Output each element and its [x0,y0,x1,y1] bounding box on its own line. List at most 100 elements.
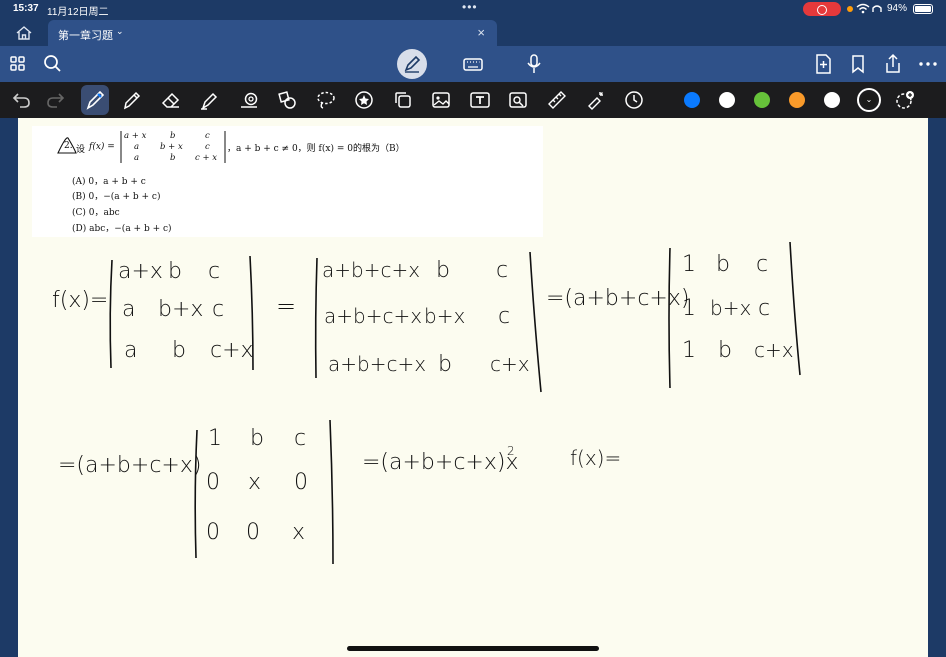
hw-det2-cell: c+x [490,352,530,376]
eraser-icon[interactable] [159,88,183,112]
timer-icon[interactable] [622,88,646,112]
hw-det3-cell: c [758,296,771,321]
hw-fx-tail: f(x)= [570,446,622,470]
camera-icon[interactable] [506,88,530,112]
element-icon[interactable] [275,88,299,112]
mic-indicator-icon [847,6,853,12]
keyboard-icon[interactable] [461,52,485,76]
hw-det3-cell: c+x [754,338,794,362]
image-icon[interactable] [429,88,453,112]
multitask-dots-icon[interactable]: ••• [462,0,478,14]
hw-det2-cell: c [496,258,509,283]
hw-det2-cell: b [438,352,452,377]
copy-icon[interactable] [391,88,415,112]
hw-det1-cell: c+x [210,338,254,363]
hw-det2-cell: a+b+c+x [324,304,423,328]
hw-det1-cell: a+x [118,259,163,284]
hw-det4-cell: 0 [206,470,220,495]
hw-det4-cell: 0 [206,520,220,545]
share-icon[interactable] [881,52,905,76]
laser-pointer-icon[interactable] [583,88,607,112]
color-swatch-green[interactable] [754,92,770,108]
status-date: 11月12日周二 [47,7,109,18]
hw-det3-cell: 1 [682,252,696,277]
hw-det2-cell: a+b+c+x [328,352,427,376]
hw-factor-1: =(a+b+c+x) [546,286,690,311]
hw-det3-cell: b [716,252,730,277]
tab-bar: 第一章习题 ⌄ × [0,18,946,46]
color-swatch-orange[interactable] [789,92,805,108]
add-color-icon[interactable] [893,88,917,112]
hw-det1-cell: c [208,259,221,284]
hw-equals: = [276,292,297,320]
hw-det3-cell: b [718,338,732,363]
hw-det4-cell: 0 [294,470,308,495]
hw-det1-cell: c [212,297,225,322]
close-icon[interactable]: × [477,25,485,40]
pen-mode-icon [404,55,421,73]
hw-det3-cell: b+x [710,296,752,320]
hw-det4-cell: 1 [208,426,222,451]
home-icon[interactable] [12,24,36,42]
bookmark-icon[interactable] [846,52,870,76]
color-swatch-white[interactable] [719,92,735,108]
hw-result-exponent: 2 [507,444,515,458]
note-page[interactable]: 2. 设 f(x) = a + x b c a b + x c a b c + … [18,118,928,657]
tools-bar: ⌄ [0,82,946,118]
main-toolbar [0,46,946,82]
shape-icon[interactable] [237,88,261,112]
wifi-icon [856,3,884,16]
microphone-icon[interactable] [522,52,546,76]
page-canvas-area: 2. 设 f(x) = a + x b c a b + x c a b c + … [0,118,946,657]
hw-det2-cell: b [436,258,450,283]
grid-icon[interactable] [6,52,30,76]
search-icon[interactable] [41,52,65,76]
hw-result: =(a+b+c+x)x [362,450,519,475]
ink-strokes [109,241,801,565]
hw-det3-cell: c [756,252,769,277]
hw-det4-cell: c [294,426,307,451]
battery-icon [913,4,933,14]
tab-title: 第一章习题 [58,30,113,42]
screen-record-icon[interactable] [803,2,841,16]
color-swatch-selected[interactable]: ⌄ [857,88,881,112]
hw-det4-cell: x [292,520,306,545]
battery-percent: 94% [887,3,908,14]
redo-icon[interactable] [44,88,68,112]
app-window: 15:37 11月12日周二 ••• 94% 第一章习题 ⌄ × ⌄ 2. 设 … [0,0,946,657]
highlighter-icon[interactable] [197,88,221,112]
more-icon[interactable] [916,52,940,76]
text-icon[interactable] [468,88,492,112]
color-swatch-blue[interactable] [684,92,700,108]
hw-det1-cell: b [172,338,186,363]
pen-icon [86,90,105,110]
hw-det4-cell: 0 [246,520,260,545]
hw-det3-cell: 1 [682,296,696,321]
hw-det1-cell: a [122,297,136,322]
hw-fx-label: f(x)= [52,288,109,313]
chevron-down-icon: ⌄ [862,93,876,107]
color-swatch-white-2[interactable] [824,92,840,108]
status-bar: 15:37 11月12日周二 ••• 94% [0,0,946,18]
chevron-down-icon[interactable]: ⌄ [116,26,124,37]
hw-det2-cell: a+b+c+x [322,258,421,282]
ruler-icon[interactable] [545,88,569,112]
sticker-icon[interactable] [352,88,376,112]
home-indicator[interactable] [347,646,599,651]
pencil-icon[interactable] [120,88,144,112]
hw-det1-cell: b+x [158,297,204,322]
hw-det1-cell: a [124,338,138,363]
lasso-icon[interactable] [314,88,338,112]
hw-det1-cell: b [168,259,182,284]
pen-mode-button[interactable] [397,49,427,79]
pen-tool-button[interactable] [81,85,109,115]
tab-document[interactable]: 第一章习题 ⌄ × [48,20,497,46]
undo-icon[interactable] [9,88,33,112]
hw-det3-cell: 1 [682,338,696,363]
status-time: 15:37 [13,3,39,14]
hw-det2-cell: b+x [424,304,466,328]
hw-det2-cell: c [498,304,511,329]
hw-factor-2: =(a+b+c+x) [58,453,202,478]
add-page-icon[interactable] [811,52,835,76]
hw-det4-cell: b [250,426,264,451]
